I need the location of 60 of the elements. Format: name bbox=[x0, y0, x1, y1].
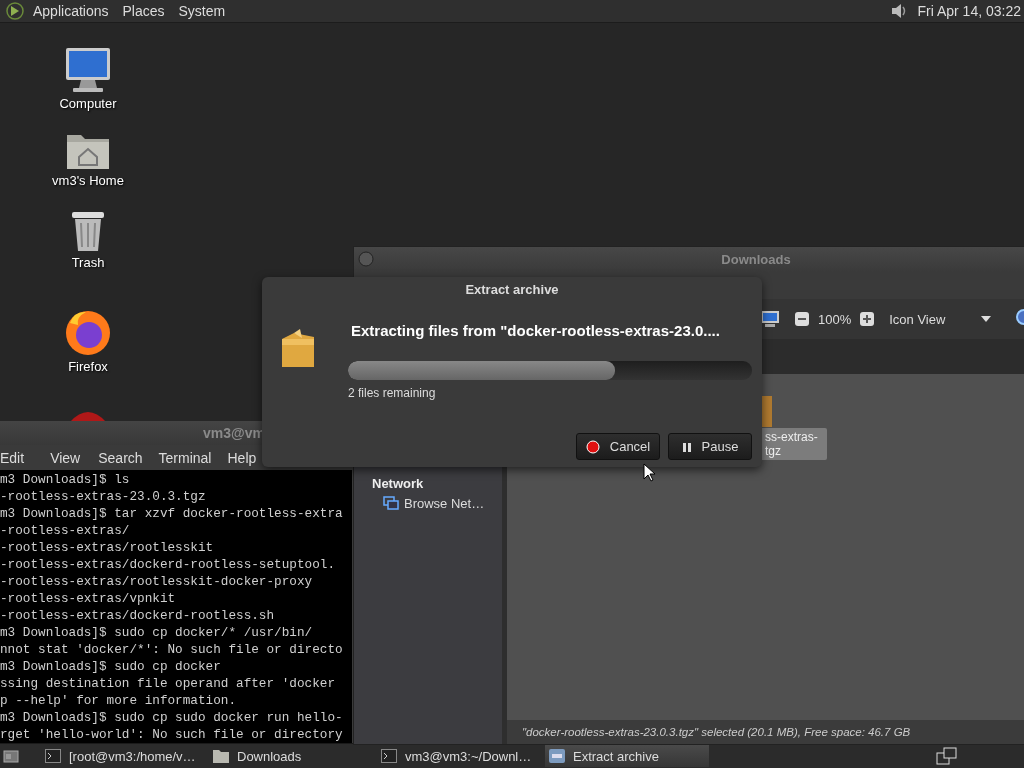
dialog-heading: Extracting files from "docker-rootless-extras-23.0.... bbox=[351, 321, 721, 341]
desktop-icon-label[interactable]: Computer bbox=[59, 96, 117, 111]
menu-item[interactable]: View bbox=[50, 449, 81, 466]
terminal-line: m3 Downloads]$ sudo cp docker/* /usr/bin/ bbox=[0, 624, 314, 641]
terminal-line: ssing destination file operand after 'docker bbox=[0, 675, 336, 692]
menu-item[interactable]: Edit bbox=[0, 449, 41, 466]
panel-menu[interactable]: Places bbox=[122, 3, 165, 19]
terminal-line: -rootless-extras/dockerd-rootless.sh bbox=[0, 607, 276, 624]
terminal-line: -rootless-extras/rootlesskit-docker-proxy bbox=[0, 573, 314, 590]
desktop-icon-label[interactable]: vm3's Home bbox=[52, 173, 124, 188]
menu-item[interactable]: Search bbox=[98, 449, 159, 466]
clock[interactable]: Fri Apr 14, 03:22 bbox=[917, 3, 1021, 19]
terminal-line: -rootless-extras/dockerd-rootless-setuptool. bbox=[0, 556, 336, 573]
firefox-icon[interactable] bbox=[64, 309, 112, 357]
terminal-line: m3 Downloads]$ tar xzvf docker-rootless-extra bbox=[0, 505, 344, 522]
cancel-button[interactable]: Cancel bbox=[576, 433, 660, 460]
terminal-line: -rootless-extras/vpnkit bbox=[0, 590, 177, 607]
network-icon bbox=[383, 495, 399, 511]
dialog-title: Extract archive bbox=[465, 281, 559, 297]
status-text: "docker-rootless-extras-23.0.3.tgz" selected (20.1 MB), Free space: 46.7 GB bbox=[522, 726, 911, 738]
sidebar-heading: Network bbox=[371, 476, 425, 491]
window-title: Downloads bbox=[721, 252, 791, 267]
sidebar-item[interactable]: Browse Net… bbox=[354, 495, 502, 511]
computer-icon[interactable] bbox=[63, 46, 113, 94]
terminal-line: m3 Downloads]$ sudo cp sudo docker run hello- bbox=[0, 709, 344, 726]
panel-menu[interactable]: System bbox=[178, 3, 226, 19]
archive-icon bbox=[549, 749, 565, 763]
terminal-line: nnot stat 'docker/*': No such file or directo bbox=[0, 641, 344, 658]
pause-icon bbox=[681, 441, 692, 452]
logo-icon[interactable] bbox=[5, 2, 25, 20]
terminal-icon bbox=[45, 749, 61, 763]
zoom-out-icon[interactable] bbox=[794, 311, 810, 327]
workspace-switcher-icon[interactable] bbox=[936, 747, 958, 765]
taskbar-button[interactable]: Extract archive bbox=[545, 745, 709, 767]
terminal-icon bbox=[381, 749, 397, 763]
folder-icon bbox=[213, 749, 229, 763]
package-icon bbox=[280, 329, 316, 369]
desktop-icon-label[interactable]: Firefox bbox=[68, 359, 108, 374]
pause-button[interactable]: Pause bbox=[668, 433, 752, 460]
terminal-line: m3 Downloads]$ sudo cp docker bbox=[0, 658, 222, 675]
taskbar-button[interactable]: [root@vm3:/home/v… bbox=[41, 745, 205, 767]
taskbar-button[interactable]: vm3@vm3:~/Downl… bbox=[377, 745, 541, 767]
terminal-line: rget 'hello-world': No such file or directory bbox=[0, 726, 344, 743]
menu-item[interactable]: Terminal bbox=[158, 449, 228, 466]
stop-icon bbox=[585, 439, 600, 454]
show-desktop-icon[interactable] bbox=[3, 748, 19, 764]
terminal-line: -rootless-extras-23.0.3.tgz bbox=[0, 488, 207, 505]
desktop-icon-label[interactable]: Trash bbox=[71, 255, 105, 270]
zoom-in-icon[interactable] bbox=[859, 311, 876, 327]
terminal-line: p --help' for more information. bbox=[0, 692, 238, 709]
progress-status: 2 files remaining bbox=[348, 386, 437, 400]
view-dropdown[interactable]: Icon View bbox=[883, 309, 998, 329]
zoom-level: 100% bbox=[818, 311, 852, 327]
terminal-line: -rootless-extras/rootlesskit bbox=[0, 539, 215, 556]
panel-menu[interactable]: Applications bbox=[33, 3, 109, 19]
taskbar-button[interactable]: Downloads bbox=[209, 745, 373, 767]
cursor-icon bbox=[643, 463, 655, 482]
caret-icon bbox=[981, 316, 992, 322]
terminal-line: -rootless-extras/ bbox=[0, 522, 131, 539]
terminal-line: m3 Downloads]$ ls bbox=[0, 471, 131, 488]
